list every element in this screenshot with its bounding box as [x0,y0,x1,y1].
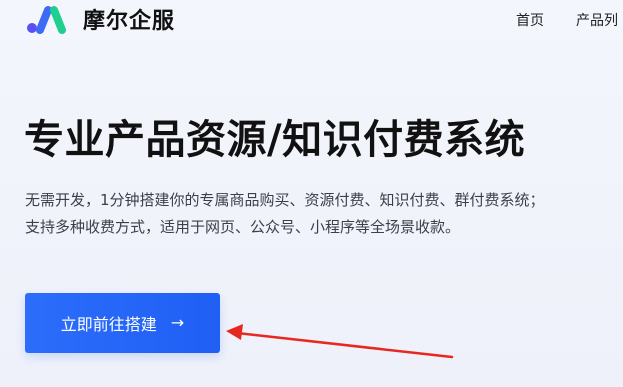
hero-description-line: 无需开发，1分钟搭建你的专属商品购买、资源付费、知识付费、群付费系统； [25,191,545,209]
hero-title: 专业产品资源/知识付费系统 [24,117,526,163]
arrow-right-icon: → [170,313,185,332]
hero-description-line: 支持多种收费方式，适用于网页、公众号、小程序等全场景收款。 [25,218,461,236]
mooer-logo-icon [27,6,66,34]
nav-item-home[interactable]: 首页 [516,10,544,30]
start-building-label: 立即前往搭建 [60,315,157,334]
start-building-button[interactable]: 立即前往搭建 → [25,293,220,353]
hero-description: 无需开发，1分钟搭建你的专属商品购买、资源付费、知识付费、群付费系统； 支持多种… [25,187,545,241]
brand-logo[interactable]: 摩尔企服 [26,3,175,35]
brand-name: 摩尔企服 [83,9,176,34]
nav-item-products[interactable]: 产品列 [576,10,618,30]
